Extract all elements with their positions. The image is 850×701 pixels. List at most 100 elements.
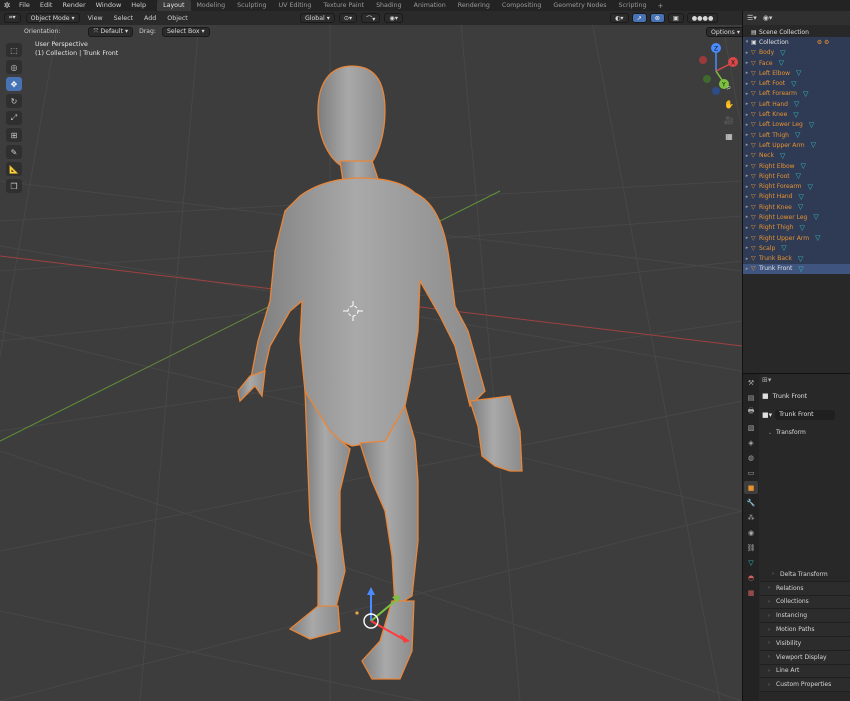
outliner-item[interactable]: ▸ ▽ Right Foot ▽ xyxy=(743,171,850,182)
outliner-item[interactable]: ▸ ▽ Left Foot ▽ xyxy=(743,78,850,89)
constraints-tab-icon[interactable]: ⛓ xyxy=(744,541,758,554)
object-name-field[interactable]: Trunk Front xyxy=(775,410,836,420)
overlay-toggle-icon[interactable]: ⊚ xyxy=(649,13,665,23)
tool-tab-icon[interactable]: ⚒ xyxy=(744,376,758,389)
section-viewport-display[interactable]: › Viewport Display xyxy=(760,650,850,665)
outliner-editor-type-icon[interactable]: ☰▾ xyxy=(747,14,757,22)
expand-arrow-icon[interactable]: ▸ xyxy=(743,173,751,179)
expand-arrow-icon[interactable]: ▸ xyxy=(743,91,751,97)
world-tab-icon[interactable]: ◍ xyxy=(744,451,758,464)
drag-dropdown[interactable]: Select Box ▾ xyxy=(161,26,210,37)
outliner-collection[interactable]: ▾ ▣ Collection ⚙ ⚙ xyxy=(743,37,850,48)
collection-tab-icon[interactable]: ▭ xyxy=(744,466,758,479)
outliner-item[interactable]: ▸ ▽ Left Lower Leg ▽ xyxy=(743,119,850,130)
object-tab-icon[interactable]: ■ xyxy=(744,481,758,494)
section-collections[interactable]: › Collections xyxy=(760,595,850,610)
expand-arrow-icon[interactable]: ▸ xyxy=(743,50,751,56)
transform-orientation-dropdown[interactable]: Global ▾ xyxy=(300,13,335,23)
expand-arrow-icon[interactable]: ▸ xyxy=(743,70,751,76)
expand-arrow-icon[interactable]: ▸ xyxy=(743,60,751,66)
workspace-tab-rendering[interactable]: Rendering xyxy=(452,0,496,11)
orientation-dropdown[interactable]: ⤧ Default ▾ xyxy=(88,26,134,37)
workspace-tab-uv-editing[interactable]: UV Editing xyxy=(273,0,318,11)
snap-magnet-icon[interactable]: ⌒▾ xyxy=(361,13,381,23)
expand-arrow-icon[interactable]: ▸ xyxy=(743,214,751,220)
blender-logo-icon[interactable]: ✲ xyxy=(0,0,14,11)
expand-arrow-icon[interactable]: ▸ xyxy=(743,112,751,118)
mode-dropdown[interactable]: Object Mode ▾ xyxy=(25,13,80,23)
scene-tab-icon[interactable]: ◈ xyxy=(744,436,758,449)
expand-arrow-icon[interactable]: ▸ xyxy=(743,153,751,159)
outliner-item[interactable]: ▸ ▽ Left Upper Arm ▽ xyxy=(743,140,850,151)
section-custom-properties[interactable]: › Custom Properties xyxy=(760,678,850,693)
outliner-item[interactable]: ▸ ▽ Right Hand ▽ xyxy=(743,191,850,203)
workspace-tab-modeling[interactable]: Modeling xyxy=(191,0,232,11)
transform-section-header[interactable]: ⌄ Transform xyxy=(760,426,850,440)
camera-view-icon[interactable]: 🎥 xyxy=(722,113,736,127)
section-instancing[interactable]: › Instancing xyxy=(760,609,850,624)
expand-arrow-icon[interactable]: ▸ xyxy=(743,225,751,231)
pan-hand-icon[interactable]: ✋ xyxy=(722,97,736,111)
workspace-tab-compositing[interactable]: Compositing xyxy=(496,0,547,11)
proportional-edit-icon[interactable]: ◉▾ xyxy=(384,13,403,23)
workspace-tab-shading[interactable]: Shading xyxy=(370,0,408,11)
expand-arrow-icon[interactable]: ▸ xyxy=(743,132,751,138)
outliner-item[interactable]: ▸ ▽ Trunk Front ▽ xyxy=(743,263,850,275)
expand-arrow-icon[interactable]: ▸ xyxy=(743,184,751,190)
expand-arrow-icon[interactable]: ▸ xyxy=(743,81,751,87)
annotate-tool-icon[interactable]: ✎ xyxy=(6,145,22,159)
outliner-item[interactable]: ▸ ▽ Right Knee ▽ xyxy=(743,202,850,213)
cursor-tool-icon[interactable]: ◎ xyxy=(6,60,22,74)
outliner-item[interactable]: ▸ ▽ Left Forearm ▽ xyxy=(743,88,850,100)
modifier-tab-icon[interactable]: 🔧 xyxy=(744,496,758,509)
shading-modes-icon[interactable]: ●●●● xyxy=(686,13,719,23)
add-cube-tool-icon[interactable]: ❒ xyxy=(6,179,22,193)
menu-help[interactable]: Help xyxy=(126,0,151,11)
menu-render[interactable]: Render xyxy=(57,0,90,11)
pivot-point-icon[interactable]: ⊙▾ xyxy=(338,13,358,23)
outliner-item[interactable]: ▸ ▽ Left Hand ▽ xyxy=(743,99,850,110)
view-layer-tab-icon[interactable]: ▧ xyxy=(744,421,758,434)
3d-viewport[interactable]: Z X Y ⌗▾ Object Mode ▾ View Select Add O… xyxy=(0,11,742,701)
select-menu[interactable]: Select xyxy=(111,15,136,22)
outliner-item[interactable]: ▸ ▽ Face ▽ xyxy=(743,57,850,69)
workspace-tab-animation[interactable]: Animation xyxy=(408,0,452,11)
expand-arrow-icon[interactable]: ▸ xyxy=(743,256,751,262)
gizmo-toggle-icon[interactable]: ↗ xyxy=(631,13,647,23)
outliner-item[interactable]: ▸ ▽ Neck ▽ xyxy=(743,150,850,161)
texture-tab-icon[interactable]: ▦ xyxy=(744,586,758,599)
zoom-icon[interactable]: ⌕ xyxy=(722,81,736,95)
outliner-item[interactable]: ▸ ▽ Right Upper Arm ▽ xyxy=(743,232,850,244)
outliner-item[interactable]: ▸ ▽ Right Thigh ▽ xyxy=(743,222,850,233)
menu-edit[interactable]: Edit xyxy=(35,0,58,11)
menu-file[interactable]: File xyxy=(14,0,35,11)
menu-window[interactable]: Window xyxy=(91,0,127,11)
editor-type-dropdown[interactable]: ⌗▾ xyxy=(4,13,21,23)
perspective-grid-icon[interactable]: ▦ xyxy=(722,129,736,143)
add-menu[interactable]: Add xyxy=(141,15,159,22)
output-tab-icon[interactable]: 🖶 xyxy=(744,406,758,419)
expand-arrow-icon[interactable]: ▸ xyxy=(743,122,751,128)
workspace-tab-layout[interactable]: Layout xyxy=(157,0,191,11)
view-menu[interactable]: View xyxy=(85,15,106,22)
xray-toggle-icon[interactable]: ▣ xyxy=(667,13,684,23)
rotate-tool-icon[interactable]: ↻ xyxy=(6,94,22,108)
outliner-item[interactable]: ▸ ▽ Right Elbow ▽ xyxy=(743,160,850,172)
expand-arrow-icon[interactable]: ▸ xyxy=(743,204,751,210)
expand-arrow-icon[interactable]: ▸ xyxy=(743,235,751,241)
expand-arrow-icon[interactable]: ▸ xyxy=(743,266,751,272)
object-menu[interactable]: Object xyxy=(164,15,191,22)
expand-arrow-icon[interactable]: ▸ xyxy=(743,101,751,107)
outliner-item[interactable]: ▸ ▽ Left Thigh ▽ xyxy=(743,129,850,141)
expand-arrow-icon[interactable]: ▸ xyxy=(743,245,751,251)
outliner-item[interactable]: ▸ ▽ Scalp ▽ xyxy=(743,243,850,254)
section-visibility[interactable]: › Visibility xyxy=(760,636,850,651)
outliner-item[interactable]: ▸ ▽ Body ▽ xyxy=(743,47,850,58)
expand-arrow-icon[interactable]: ▸ xyxy=(743,163,751,169)
outliner-item[interactable]: ▸ ▽ Right Forearm ▽ xyxy=(743,181,850,192)
outliner-item[interactable]: ▸ ▽ Left Knee ▽ xyxy=(743,109,850,120)
measure-tool-icon[interactable]: 📐 xyxy=(6,162,22,176)
data-tab-icon[interactable]: ▽ xyxy=(744,556,758,569)
datablock-type-icon[interactable]: ■▾ xyxy=(762,411,772,419)
expand-arrow-icon[interactable]: ▸ xyxy=(743,194,751,200)
